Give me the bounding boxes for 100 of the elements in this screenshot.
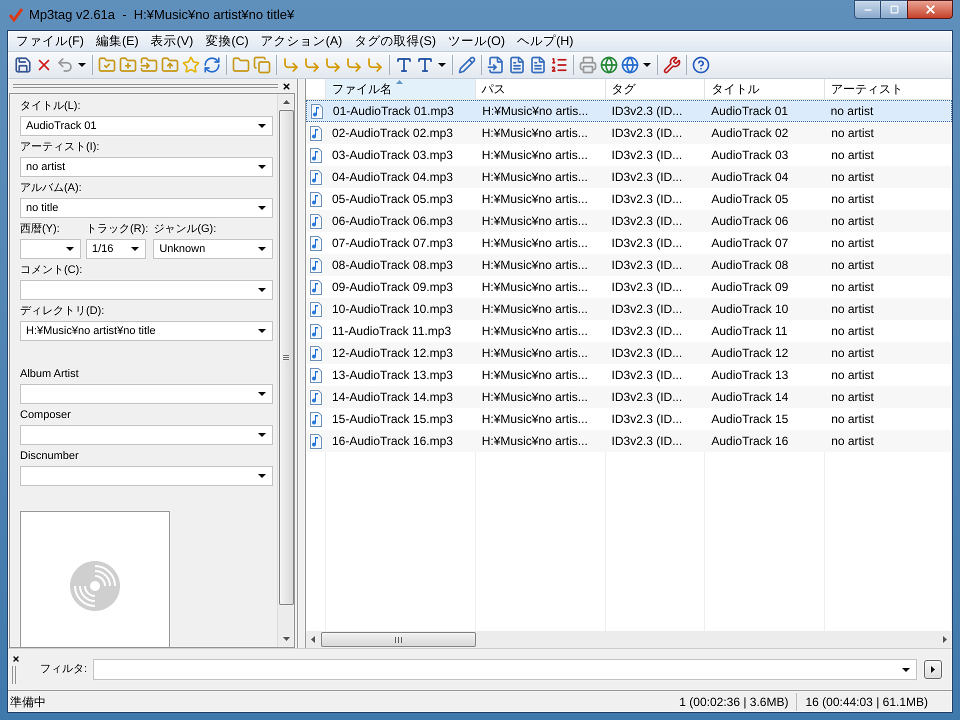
table-cell-text: ID3v2.3 (ID... bbox=[610, 147, 684, 164]
dropdown-arrow-icon bbox=[258, 474, 266, 478]
table-cell-text: 14-AudioTrack 14.mp3 bbox=[330, 389, 454, 406]
table-cell-text: AudioTrack 11 bbox=[710, 323, 788, 340]
menu-item[interactable]: ファイル(F) bbox=[10, 32, 90, 50]
arrow-icon[interactable] bbox=[282, 56, 300, 74]
arrow-icon[interactable] bbox=[366, 56, 384, 74]
table-cell-text: no artist bbox=[830, 257, 875, 274]
music-file-icon bbox=[310, 346, 322, 360]
maximize-button[interactable] bbox=[881, 0, 907, 19]
vertical-scrollbar[interactable] bbox=[277, 94, 294, 647]
table-cell-text: 09-AudioTrack 09.mp3 bbox=[330, 279, 454, 296]
dropdown-arrow-icon bbox=[258, 329, 266, 333]
numbering-icon[interactable] bbox=[550, 56, 568, 74]
folder-up-icon[interactable] bbox=[161, 56, 179, 74]
combo-box[interactable]: no artist bbox=[20, 157, 273, 177]
font-icon[interactable] bbox=[395, 56, 413, 74]
field-label: Album Artist bbox=[20, 367, 80, 382]
total-summary: 16 (00:44:03 | 61.1MB) bbox=[804, 694, 929, 710]
file-row[interactable]: 12-AudioTrack 12.mp3 H:¥Music¥no artis... ID3v2.3 (ID... AudioTrack 12 no artist bbox=[306, 342, 952, 364]
column-header[interactable]: アーティスト bbox=[825, 79, 952, 99]
menu-item[interactable]: タグの取得(S) bbox=[348, 32, 442, 50]
play-arrow-icon bbox=[931, 666, 935, 673]
table-cell-text: H:¥Music¥no artis... bbox=[480, 213, 589, 230]
scroll-right-icon[interactable] bbox=[943, 636, 947, 643]
horizontal-scrollbar[interactable] bbox=[306, 631, 952, 648]
file-row[interactable]: 14-AudioTrack 14.mp3 H:¥Music¥no artis... ID3v2.3 (ID... AudioTrack 14 no artist bbox=[306, 386, 952, 408]
tools-icon[interactable] bbox=[663, 56, 681, 74]
file-row[interactable]: 10-AudioTrack 10.mp3 H:¥Music¥no artis... ID3v2.3 (ID... AudioTrack 10 no artist bbox=[306, 298, 952, 320]
table-cell-text: ID3v2.3 (ID... bbox=[610, 301, 684, 318]
menu-item[interactable]: ヘルプ(H) bbox=[511, 32, 580, 50]
table-cell-text: ID3v2.3 (ID... bbox=[610, 323, 684, 340]
folder-input-icon[interactable] bbox=[140, 56, 158, 74]
scroll-up-icon[interactable] bbox=[282, 100, 290, 104]
printer-icon[interactable] bbox=[579, 56, 597, 74]
table-cell-text: H:¥Music¥no artis... bbox=[480, 191, 589, 208]
font-icon[interactable] bbox=[416, 56, 434, 74]
menu-item[interactable]: アクション(A) bbox=[254, 32, 348, 50]
refresh-icon[interactable] bbox=[203, 56, 221, 74]
menu-item[interactable]: ツール(O) bbox=[442, 32, 512, 50]
table-cell-text: AudioTrack 08 bbox=[710, 257, 790, 274]
combo-box[interactable]: no title bbox=[20, 198, 273, 218]
globe-icon[interactable] bbox=[600, 56, 618, 74]
filter-field[interactable] bbox=[93, 659, 917, 680]
caret-icon bbox=[438, 63, 446, 67]
scroll-left-icon[interactable] bbox=[311, 636, 315, 643]
table-cell-text: no artist bbox=[830, 433, 875, 450]
menu-item[interactable]: 編集(E) bbox=[90, 32, 145, 50]
table-cell-text: AudioTrack 05 bbox=[710, 191, 790, 208]
close-icon[interactable] bbox=[282, 82, 291, 90]
dropdown-arrow-icon bbox=[258, 206, 266, 210]
column-header[interactable]: パス bbox=[476, 79, 606, 99]
file-row[interactable]: 08-AudioTrack 08.mp3 H:¥Music¥no artis... ID3v2.3 (ID... AudioTrack 08 no artist bbox=[306, 254, 952, 276]
column-header[interactable]: ファイル名 bbox=[326, 79, 476, 99]
scroll-down-icon[interactable] bbox=[282, 637, 290, 641]
combo-box[interactable]: H:¥Music¥no artist¥no title bbox=[20, 321, 273, 341]
field-label: タイトル(L): bbox=[20, 99, 82, 114]
table-cell-text: ID3v2.3 (ID... bbox=[610, 191, 684, 208]
menu-item[interactable]: 表示(V) bbox=[144, 32, 200, 50]
menu-item[interactable]: 変換(C) bbox=[199, 32, 255, 50]
combo-box[interactable]: 1/16 bbox=[86, 239, 146, 259]
table-cell-text: no artist bbox=[830, 411, 875, 428]
save-icon[interactable] bbox=[14, 56, 32, 74]
arrow-icon[interactable] bbox=[324, 56, 342, 74]
folder-plus-icon[interactable] bbox=[119, 56, 137, 74]
file-row[interactable]: 01-AudioTrack 01.mp3 H:¥Music¥no artis... ID3v2.3 (ID... AudioTrack 01 no artist bbox=[306, 100, 952, 122]
file-row[interactable]: 16-AudioTrack 16.mp3 H:¥Music¥no artis... ID3v2.3 (ID... AudioTrack 16 no artist bbox=[306, 430, 952, 452]
apply-filter-button[interactable] bbox=[924, 660, 942, 679]
close-button[interactable] bbox=[907, 0, 953, 19]
table-cell-text: H:¥Music¥no artis... bbox=[480, 235, 589, 252]
undo-icon[interactable] bbox=[56, 56, 74, 74]
table-cell-text: H:¥Music¥no artis... bbox=[480, 147, 589, 164]
arrow-icon[interactable] bbox=[303, 56, 321, 74]
music-file-icon bbox=[310, 368, 322, 382]
document-arrow-icon[interactable] bbox=[487, 56, 505, 74]
column-header[interactable]: タグ bbox=[606, 79, 706, 99]
copy-icon[interactable] bbox=[253, 56, 271, 74]
arrow-icon[interactable] bbox=[345, 56, 363, 74]
pencil-icon[interactable] bbox=[458, 56, 476, 74]
caret-icon bbox=[78, 63, 86, 67]
folder-icon[interactable] bbox=[232, 56, 250, 74]
star-icon[interactable] bbox=[182, 56, 200, 74]
table-cell-text: H:¥Music¥no artis... bbox=[480, 345, 589, 362]
minimize-button[interactable] bbox=[854, 0, 881, 19]
combo-box[interactable]: AudioTrack 01 bbox=[20, 116, 273, 136]
table-cell-text: 05-AudioTrack 05.mp3 bbox=[330, 191, 454, 208]
folder-check-icon[interactable] bbox=[98, 56, 116, 74]
table-cell-text: H:¥Music¥no artis... bbox=[480, 389, 589, 406]
globe-icon[interactable] bbox=[621, 56, 639, 74]
document-icon[interactable] bbox=[508, 56, 526, 74]
close-icon[interactable] bbox=[12, 655, 20, 663]
music-file-icon bbox=[310, 104, 323, 118]
file-row[interactable]: 04-AudioTrack 04.mp3 H:¥Music¥no artis... ID3v2.3 (ID... AudioTrack 04 no artist bbox=[306, 166, 952, 188]
column-header[interactable]: タイトル bbox=[705, 79, 826, 99]
combo-box[interactable]: Unknown bbox=[153, 239, 274, 259]
document-icon[interactable] bbox=[529, 56, 547, 74]
help-icon[interactable] bbox=[692, 56, 710, 74]
music-file-icon bbox=[310, 126, 322, 140]
file-row[interactable]: 02-AudioTrack 02.mp3 H:¥Music¥no artis... ID3v2.3 (ID... AudioTrack 02 no artist bbox=[306, 122, 952, 144]
file-row[interactable]: 06-AudioTrack 06.mp3 H:¥Music¥no artis... ID3v2.3 (ID... AudioTrack 06 no artist bbox=[306, 210, 952, 232]
